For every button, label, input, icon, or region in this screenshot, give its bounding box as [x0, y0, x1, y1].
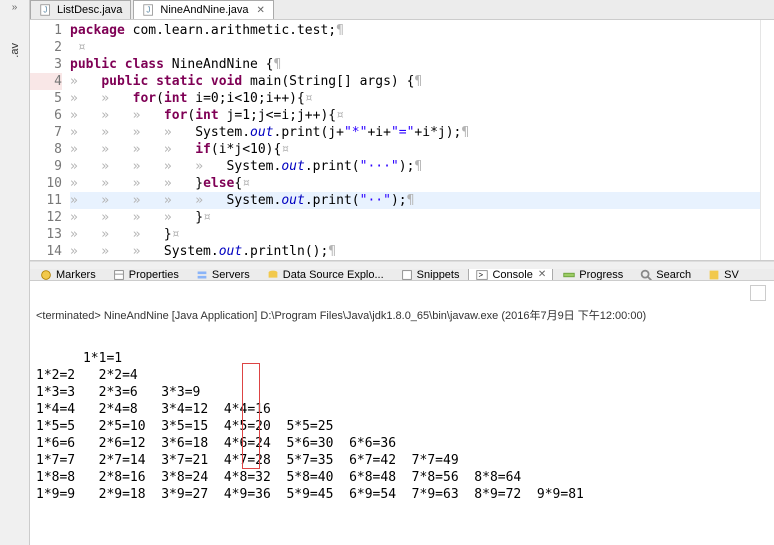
code-line[interactable]: » » » » }else{¤: [70, 175, 760, 192]
bottom-tab-search[interactable]: Search: [632, 269, 698, 281]
bottom-tab-label: Search: [656, 269, 691, 280]
bottom-tab-progress[interactable]: Progress: [555, 269, 630, 281]
bottom-tab-label: Progress: [579, 269, 623, 280]
console-icon: >: [475, 269, 489, 281]
close-tab-icon[interactable]: ✕: [538, 269, 546, 280]
markers-icon: [39, 269, 53, 281]
svn-icon: [707, 269, 721, 281]
snip-icon: [400, 269, 414, 281]
code-line[interactable]: ¤: [70, 39, 760, 56]
code-line[interactable]: » public static void main(String[] args)…: [70, 73, 760, 90]
line-number: 8: [30, 141, 62, 158]
line-number: 11: [30, 192, 62, 209]
svg-text:>: >: [479, 270, 484, 279]
bottom-tab-label: Markers: [56, 269, 96, 280]
line-number: 3: [30, 56, 62, 73]
editor-tab-listdesc[interactable]: J ListDesc.java: [30, 0, 131, 19]
console-status-line: <terminated> NineAndNine [Java Applicati…: [30, 305, 774, 325]
code-line[interactable]: » » » » if(i*j<10){¤: [70, 141, 760, 158]
console-output-text: 1*1=1 1*2=2 2*2=4 1*3=3 2*3=6 3*3=9 1*4=…: [36, 351, 584, 502]
line-number: 14: [30, 243, 62, 260]
bottom-tab-label: Console: [492, 269, 532, 280]
editor-tab-nineandnine[interactable]: J NineAndNine.java ✕: [133, 0, 273, 19]
bottom-tab-markers[interactable]: Markers: [32, 269, 103, 281]
java-file-icon: J: [39, 3, 53, 17]
left-rail: » .av: [0, 0, 30, 545]
code-body[interactable]: package com.learn.arithmetic.test;¶ ¤pub…: [70, 20, 760, 260]
code-line[interactable]: » » » » System.out.print(j+"*"+i+"="+i*j…: [70, 124, 760, 141]
props-icon: [112, 269, 126, 281]
java-file-icon: J: [142, 3, 156, 17]
expand-arrow-icon[interactable]: »: [12, 2, 18, 13]
dse-icon: [266, 269, 280, 281]
bottom-tab-console[interactable]: > Console ✕: [468, 269, 553, 281]
bottom-tab-snip[interactable]: Snippets: [393, 269, 467, 281]
line-number: 4: [30, 73, 62, 90]
bottom-tab-label: Properties: [129, 269, 179, 280]
code-line[interactable]: » » » System.out.println();¶: [70, 243, 760, 260]
left-rail-tab[interactable]: .av: [9, 43, 21, 58]
code-line[interactable]: » » » » » System.out.print("··");¶: [70, 192, 760, 209]
code-line[interactable]: » » for(int i=0;i<10;i++){¤: [70, 90, 760, 107]
line-gutter: 1234567891011121314: [30, 20, 70, 260]
editor-tab-bar: J ListDesc.java J NineAndNine.java ✕: [30, 0, 774, 20]
line-number: 5: [30, 90, 62, 107]
line-number: 13: [30, 226, 62, 243]
console-toolbar: [30, 281, 774, 305]
line-number: 10: [30, 175, 62, 192]
editor-tab-label: NineAndNine.java: [160, 4, 248, 16]
line-number: 9: [30, 158, 62, 175]
console-toolbar-button[interactable]: [750, 285, 766, 301]
bottom-tab-label: Data Source Explo...: [283, 269, 384, 280]
console-output[interactable]: 1*1=1 1*2=2 2*2=4 1*3=3 2*3=6 3*3=9 1*4=…: [30, 325, 774, 545]
progress-icon: [562, 269, 576, 281]
bottom-tab-label: SV: [724, 269, 739, 280]
code-line[interactable]: package com.learn.arithmetic.test;¶: [70, 22, 760, 39]
line-number: 1: [30, 22, 62, 39]
line-number: 12: [30, 209, 62, 226]
bottom-tab-dse[interactable]: Data Source Explo...: [259, 269, 391, 281]
bottom-tab-svn[interactable]: SV: [700, 269, 746, 281]
code-line[interactable]: » » » }¤: [70, 226, 760, 243]
code-line[interactable]: » » » for(int j=1;j<=i;j++){¤: [70, 107, 760, 124]
svg-text:J: J: [147, 6, 151, 15]
bottom-view-tabs: Markers Properties Servers Data Source Expl…: [30, 269, 774, 281]
bottom-tab-servers[interactable]: Servers: [188, 269, 257, 281]
line-number: 2: [30, 39, 62, 56]
line-number: 6: [30, 107, 62, 124]
close-tab-icon[interactable]: ✕: [256, 5, 264, 16]
code-line[interactable]: public class NineAndNine {¶: [70, 56, 760, 73]
bottom-tab-label: Snippets: [417, 269, 460, 280]
bottom-tab-label: Servers: [212, 269, 250, 280]
servers-icon: [195, 269, 209, 281]
code-line[interactable]: » » » » }¤: [70, 209, 760, 226]
code-line[interactable]: » » » » » System.out.print("···");¶: [70, 158, 760, 175]
editor-hscroll[interactable]: [30, 261, 774, 269]
search-icon: [639, 269, 653, 281]
overview-ruler: [760, 20, 774, 260]
line-number: 7: [30, 124, 62, 141]
bottom-tab-props[interactable]: Properties: [105, 269, 186, 281]
editor-tab-label: ListDesc.java: [57, 4, 122, 16]
code-editor[interactable]: 1234567891011121314 package com.learn.ar…: [30, 20, 774, 261]
svg-text:J: J: [43, 6, 47, 15]
